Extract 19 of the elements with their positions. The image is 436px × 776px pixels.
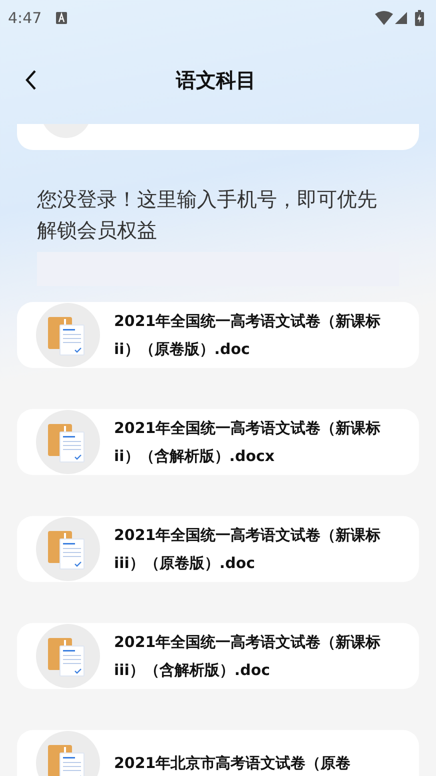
notification-icon: [56, 12, 67, 24]
list-card[interactable]: [17, 124, 419, 150]
file-card[interactable]: 2021年北京市高考语文试卷（原卷: [17, 730, 419, 776]
file-name: 2021年北京市高考语文试卷（原卷: [114, 753, 351, 774]
back-icon: [24, 69, 38, 91]
wifi-icon: [375, 11, 393, 25]
file-card[interactable]: 2021年全国统一高考语文试卷（新课标ii）（原卷版）.doc: [17, 302, 419, 368]
battery-icon: [415, 10, 424, 26]
file-name: 2021年全国统一高考语文试卷（新课标ii）（原卷版）.doc: [114, 311, 382, 360]
status-time: 4:47: [8, 9, 42, 27]
file-name: 2021年全国统一高考语文试卷（新课标ii）（含解析版）.docx: [114, 418, 382, 467]
page-title: 语文科目: [174, 66, 257, 94]
file-card[interactable]: 2021年全国统一高考语文试卷（新课标iii）（原卷版）.doc: [17, 516, 419, 582]
file-card[interactable]: 2021年全国统一高考语文试卷（新课标iii）（含解析版）.doc: [17, 623, 419, 689]
file-card[interactable]: 2021年全国统一高考语文试卷（新课标ii）（含解析版）.docx: [17, 409, 419, 475]
signal-icon: [395, 12, 407, 24]
file-name: 2021年全国统一高考语文试卷（新课标iii）（原卷版）.doc: [114, 525, 382, 574]
file-name: 2021年全国统一高考语文试卷（新课标iii）（含解析版）.doc: [114, 632, 382, 681]
login-prompt: 您没登录！这里输入手机号，即可优先解锁会员权益: [37, 186, 378, 244]
